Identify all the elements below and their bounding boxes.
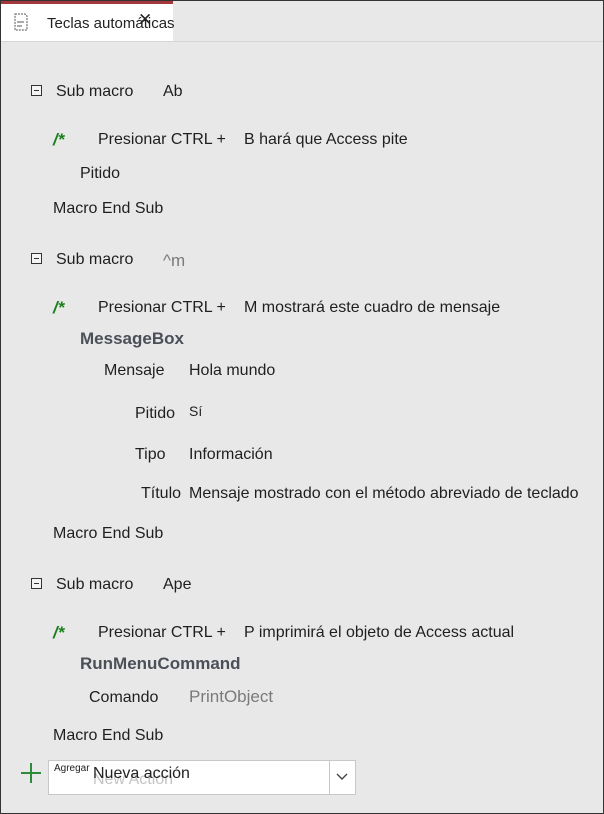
tab-title: Teclas automáticas xyxy=(47,15,175,32)
document-tab-bar: Teclas automáticas ✕ xyxy=(1,1,603,42)
comment-icon: /* xyxy=(53,623,65,642)
collapse-icon[interactable] xyxy=(31,578,42,589)
comment-icon: /* xyxy=(53,298,65,317)
close-icon[interactable]: ✕ xyxy=(138,10,152,30)
collapse-icon[interactable] xyxy=(31,85,42,96)
comment-prefix[interactable]: Presionar CTRL + xyxy=(98,624,226,642)
argument-value[interactable]: Hola mundo xyxy=(189,362,275,380)
end-sub-label: Macro End Sub xyxy=(53,525,164,542)
macro-designer-window: Teclas automáticas ✕ Sub macro Ab /* Pre… xyxy=(0,0,604,814)
argument-label: Comando xyxy=(89,689,159,706)
comment-text[interactable]: P imprimirá el objeto de Access actual xyxy=(244,624,514,642)
action-runmenucommand[interactable]: RunMenuCommand xyxy=(80,654,241,674)
argument-value[interactable]: Información xyxy=(189,446,273,464)
plus-icon[interactable] xyxy=(19,761,43,785)
macro-icon xyxy=(14,13,28,31)
sub-macro-keyword: Sub macro xyxy=(56,83,134,100)
argument-value[interactable]: Sí xyxy=(189,403,202,419)
argument-value[interactable]: PrintObject xyxy=(189,687,273,707)
end-sub-label: Macro End Sub xyxy=(53,727,164,744)
add-action-value[interactable]: Nueva acción xyxy=(93,765,190,783)
add-action-combobox[interactable]: Agregar New Action Nueva acción xyxy=(48,760,356,795)
argument-label: Tipo xyxy=(135,446,166,463)
sub-macro-name[interactable]: Ape xyxy=(163,576,191,594)
comment-prefix[interactable]: Presionar CTRL + xyxy=(98,131,226,149)
comment-text[interactable]: B hará que Access pite xyxy=(244,131,408,149)
action-messagebox[interactable]: MessageBox xyxy=(80,329,184,349)
sub-macro-keyword: Sub macro xyxy=(56,576,134,593)
sub-macro-name[interactable]: Ab xyxy=(163,83,183,101)
dropdown-button[interactable] xyxy=(329,761,355,794)
argument-value[interactable]: Mensaje mostrado con el método abreviado… xyxy=(189,485,579,503)
end-sub-label: Macro End Sub xyxy=(53,200,164,217)
collapse-icon[interactable] xyxy=(31,253,42,264)
comment-text[interactable]: M mostrará este cuadro de mensaje xyxy=(244,299,500,317)
chevron-down-icon xyxy=(336,773,348,780)
argument-label: Mensaje xyxy=(104,362,165,379)
argument-label: Pitido xyxy=(135,405,176,422)
action-pitido[interactable]: Pitido xyxy=(80,165,120,183)
document-tab[interactable]: Teclas automáticas ✕ xyxy=(1,1,175,41)
sub-macro-keyword: Sub macro xyxy=(56,251,134,268)
argument-label: Título xyxy=(141,485,182,502)
comment-icon: /* xyxy=(53,130,65,149)
add-action-label: Agregar xyxy=(54,763,90,774)
comment-prefix[interactable]: Presionar CTRL + xyxy=(98,299,226,317)
sub-macro-name[interactable]: ^m xyxy=(163,251,185,271)
